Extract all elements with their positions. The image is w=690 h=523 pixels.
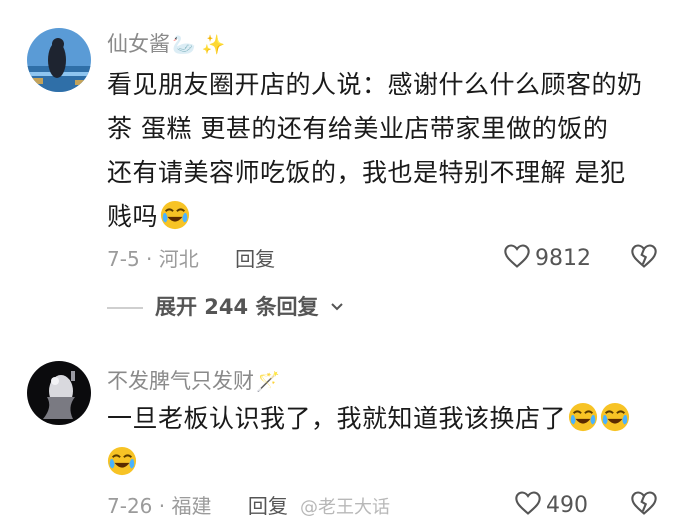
like-button[interactable]: 9812 (503, 242, 591, 271)
expand-replies-label: 展开 244 条回复 (155, 295, 319, 319)
comment-line: 茶 蛋糕 更甚的还有给美业店带家里做的饭的 (107, 114, 609, 143)
comment-line: 一旦老板认识我了，我就知道我该换店了 (107, 397, 667, 441)
avatar[interactable] (27, 28, 91, 92)
laughing-crying-emoji-icon (600, 402, 630, 432)
like-count: 9812 (535, 246, 591, 271)
avatar[interactable] (27, 361, 91, 425)
laughing-crying-emoji-icon (160, 200, 190, 230)
dislike-button[interactable] (630, 242, 658, 274)
broken-heart-icon (630, 489, 658, 517)
comment-text: 看见朋友圈开店的人说：感谢什么什么顾客的奶 茶 蛋糕 更甚的还有给美业店带家里做… (107, 63, 667, 239)
reply-button[interactable]: 回复 (235, 247, 275, 271)
avatar-image (27, 28, 91, 92)
date-location: 7-26 · 福建 (107, 494, 212, 518)
username[interactable]: 仙女酱 🦢 ✨ (107, 28, 225, 58)
date-location: 7-5 · 河北 (107, 247, 199, 271)
laughing-crying-emoji-icon (568, 402, 598, 432)
laughing-crying-emoji-icon (107, 446, 137, 476)
username[interactable]: 不发脾气只发财 🪄 (107, 365, 280, 395)
heart-outline-icon (503, 242, 531, 270)
like-count: 490 (546, 493, 588, 518)
comment-meta: 7-5 · 河北 回复 (107, 243, 275, 272)
username-decoration: 🦢 ✨ (172, 34, 226, 56)
chevron-down-icon (331, 303, 343, 311)
comment-line: 看见朋友圈开店的人说：感谢什么什么顾客的奶 (107, 70, 643, 99)
expand-replies-button[interactable]: 展开 244 条回复 (107, 291, 344, 321)
comment-line-last: 贱吗 (107, 195, 667, 239)
avatar-image (27, 361, 91, 425)
dislike-button[interactable] (630, 489, 658, 521)
username-decoration: 🪄 (256, 371, 280, 393)
comment-line-emoji (107, 441, 667, 485)
broken-heart-icon (630, 242, 658, 270)
reply-button[interactable]: 回复 (248, 494, 288, 518)
comment-text: 一旦老板认识我了，我就知道我该换店了 (107, 397, 667, 485)
comment-meta: 7-26 · 福建 回复 (107, 490, 288, 519)
comment-line: 还有请美容师吃饭的，我也是特别不理解 是犯 (107, 158, 626, 187)
divider-line (107, 307, 143, 309)
like-button[interactable]: 490 (514, 489, 588, 518)
heart-outline-icon (514, 489, 542, 517)
watermark: @老王大话 (300, 497, 390, 518)
